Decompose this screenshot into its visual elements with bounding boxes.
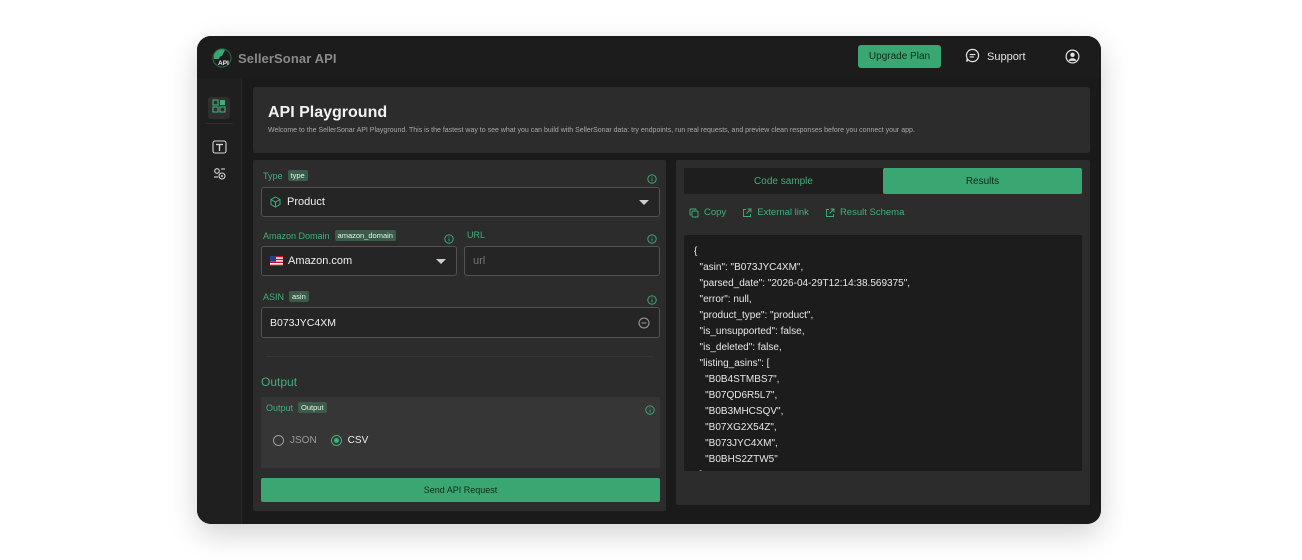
tab-results[interactable]: Results — [883, 168, 1082, 194]
url-label-text: URL — [467, 230, 486, 240]
code-line: "B07QD6R5L7", — [694, 390, 778, 401]
code-line: "B0B3MHCSQV", — [694, 406, 784, 417]
asin-value: B073JYC4XM — [270, 316, 336, 329]
json-radio[interactable] — [273, 435, 284, 446]
type-label: Type type — [263, 170, 308, 181]
external-link-label: External link — [757, 207, 809, 218]
page-subtitle: Welcome to the SellerSonar API Playgroun… — [268, 127, 915, 134]
type-select-value: Product — [287, 196, 325, 208]
code-line: "asin": "B073JYC4XM", — [694, 262, 804, 273]
json-result-viewer[interactable]: { "asin": "B073JYC4XM", "parsed_date": "… — [684, 235, 1082, 471]
sidebar-item-dashboard[interactable] — [208, 97, 230, 119]
type-select[interactable]: Product — [261, 187, 660, 217]
upgrade-plan-button[interactable]: Upgrade Plan — [858, 45, 941, 68]
form-divider — [266, 356, 653, 357]
sidebar-divider — [205, 123, 233, 124]
amazon-domain-label-text: Amazon Domain — [263, 230, 330, 241]
sidebar — [197, 78, 242, 524]
gear-icon — [212, 166, 227, 186]
type-label-text: Type — [263, 170, 283, 181]
code-line: "is_deleted": false, — [694, 342, 782, 353]
app-window: API SellerSonar API Upgrade Plan Support — [197, 36, 1101, 524]
output-section-title: Output — [261, 375, 298, 389]
chat-bubble-icon — [965, 48, 980, 66]
code-line: "B073JYC4XM", — [694, 438, 778, 449]
code-line: "B0B4STMBS7", — [694, 374, 780, 385]
result-actions: Copy External link Result Schema — [689, 207, 904, 218]
code-line: "B07XG2X54Z", — [694, 422, 777, 433]
external-link-button[interactable]: External link — [742, 207, 809, 218]
minus-circle-icon[interactable] — [638, 317, 650, 329]
output-tag: Output — [298, 402, 327, 413]
chevron-down-icon — [436, 259, 446, 264]
code-line: "B0BHS2ZTW5" — [694, 454, 778, 465]
url-input[interactable] — [464, 246, 660, 276]
asin-tag: asin — [289, 291, 309, 302]
cube-icon — [270, 196, 281, 208]
us-flag-icon — [270, 256, 283, 266]
external-link-icon — [742, 208, 752, 218]
tab-code-sample[interactable]: Code sample — [684, 168, 883, 194]
sidebar-item-text[interactable] — [208, 138, 230, 160]
code-line: "is_unsupported": false, — [694, 326, 805, 337]
code-line: ], — [694, 468, 1082, 471]
copy-icon — [689, 208, 699, 218]
amazon-domain-value: Amazon.com — [288, 255, 353, 267]
code-line: "parsed_date": "2026-04-29T12:14:38.5693… — [694, 278, 911, 289]
text-icon — [211, 139, 227, 159]
result-schema-button[interactable]: Result Schema — [825, 207, 904, 218]
brand-name: SellerSonar API — [238, 50, 337, 66]
logo-badge: API — [218, 60, 229, 67]
user-circle-icon[interactable] — [1065, 49, 1080, 69]
top-bar: API SellerSonar API Upgrade Plan Support — [197, 36, 1101, 78]
main-content: API Playground Welcome to the SellerSona… — [242, 78, 1101, 524]
external-link-icon — [825, 208, 835, 218]
send-api-request-button[interactable]: Send API Request — [261, 478, 660, 502]
amazon-domain-label: Amazon Domain amazon_domain — [263, 230, 396, 241]
page-title: API Playground — [268, 104, 388, 121]
brand-logo[interactable]: API SellerSonar API — [211, 47, 337, 69]
code-line: "listing_asins": [ — [694, 358, 770, 369]
csv-radio-label: CSV — [347, 435, 369, 446]
json-radio-label: JSON — [290, 435, 317, 446]
request-form-panel: Type type Product Amazon Domain amazon_d… — [253, 160, 666, 511]
result-schema-label: Result Schema — [839, 207, 905, 218]
sonar-logo-icon: API — [211, 47, 233, 69]
results-panel: Code sample Results Copy External link R… — [676, 160, 1090, 505]
code-line: "product_type": "product", — [694, 310, 814, 321]
code-line: "error": null, — [694, 294, 752, 305]
output-box: Output Output JSON CSV — [261, 397, 660, 468]
output-label: Output Output — [266, 402, 327, 413]
chevron-down-icon — [639, 200, 649, 205]
asin-input[interactable]: B073JYC4XM — [261, 307, 660, 338]
amazon-domain-tag: amazon_domain — [334, 230, 396, 241]
asin-label: ASIN asin — [263, 291, 309, 302]
info-icon[interactable] — [645, 402, 655, 420]
amazon-domain-select[interactable]: Amazon.com — [261, 246, 457, 276]
support-label: Support — [987, 51, 1026, 63]
code-line: { — [694, 246, 698, 257]
output-label-text: Output — [266, 402, 294, 413]
type-tag: type — [287, 170, 308, 181]
support-link[interactable]: Support — [965, 48, 1026, 66]
sidebar-item-settings[interactable] — [208, 165, 230, 187]
copy-button[interactable]: Copy — [689, 207, 726, 218]
url-label: URL — [467, 230, 485, 240]
output-format-radio-group: JSON CSV — [273, 435, 368, 446]
copy-label: Copy — [704, 207, 727, 218]
csv-radio[interactable] — [330, 435, 342, 446]
asin-label-text: ASIN — [263, 291, 285, 302]
grid-icon — [212, 98, 226, 118]
result-tabs: Code sample Results — [684, 168, 1082, 194]
page-header: API Playground Welcome to the SellerSona… — [253, 87, 1090, 153]
